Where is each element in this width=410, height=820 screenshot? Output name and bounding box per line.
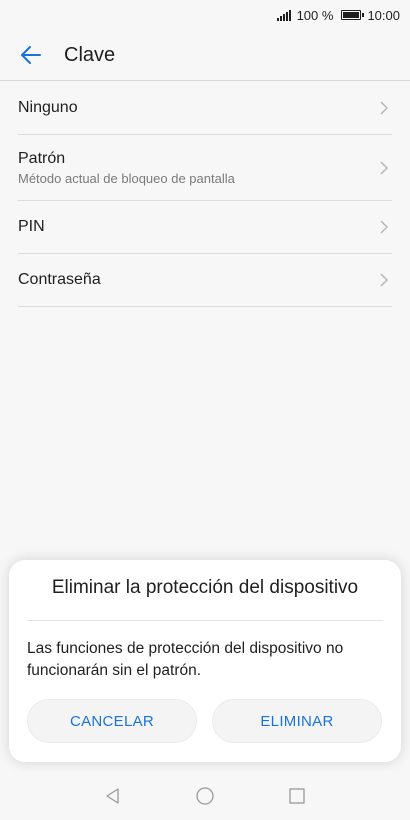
list-item-label: PIN [18,218,45,235]
list-item-label: Contraseña [18,271,101,288]
clock: 10:00 [367,7,400,23]
recents-square-icon[interactable] [287,786,307,806]
dialog-message: Las funciones de protección del disposit… [27,640,344,679]
chevron-right-icon [380,161,388,174]
list-item-label: Ninguno [18,99,78,116]
list-item-label: Patrón [18,149,66,167]
delete-button[interactable]: ELIMINAR [212,699,382,743]
status-bar: 100 % 10:00 [0,0,410,30]
arrow-left-icon[interactable] [18,42,44,68]
app-bar-divider [0,80,410,81]
page-title: Clave [64,43,116,66]
list-item-ninguno[interactable]: Ninguno [18,82,392,135]
lock-method-list: Ninguno Patrón Método actual de bloqueo … [18,82,392,307]
chevron-right-icon [380,273,388,287]
remove-protection-dialog: Eliminar la protección del dispositivo L… [9,560,401,762]
chevron-right-icon [380,220,388,234]
back-triangle-icon[interactable] [103,786,123,806]
system-nav-bar [0,772,410,820]
home-circle-icon[interactable] [195,786,215,806]
list-item-pin[interactable]: PIN [18,201,392,254]
battery-icon [341,10,365,20]
cancel-button[interactable]: CANCELAR [27,699,197,743]
list-item-patron[interactable]: Patrón Método actual de bloqueo de panta… [18,135,392,201]
battery-percentage: 100 % [296,7,334,23]
signal-icon [276,9,291,21]
list-item-subtitle: Método actual de bloqueo de pantalla [18,170,235,186]
dialog-title: Eliminar la protección del dispositivo [51,577,359,598]
app-bar: Clave [0,30,410,80]
dialog-divider [27,620,383,621]
list-item-contrasena[interactable]: Contraseña [18,254,392,307]
chevron-right-icon [380,101,388,115]
